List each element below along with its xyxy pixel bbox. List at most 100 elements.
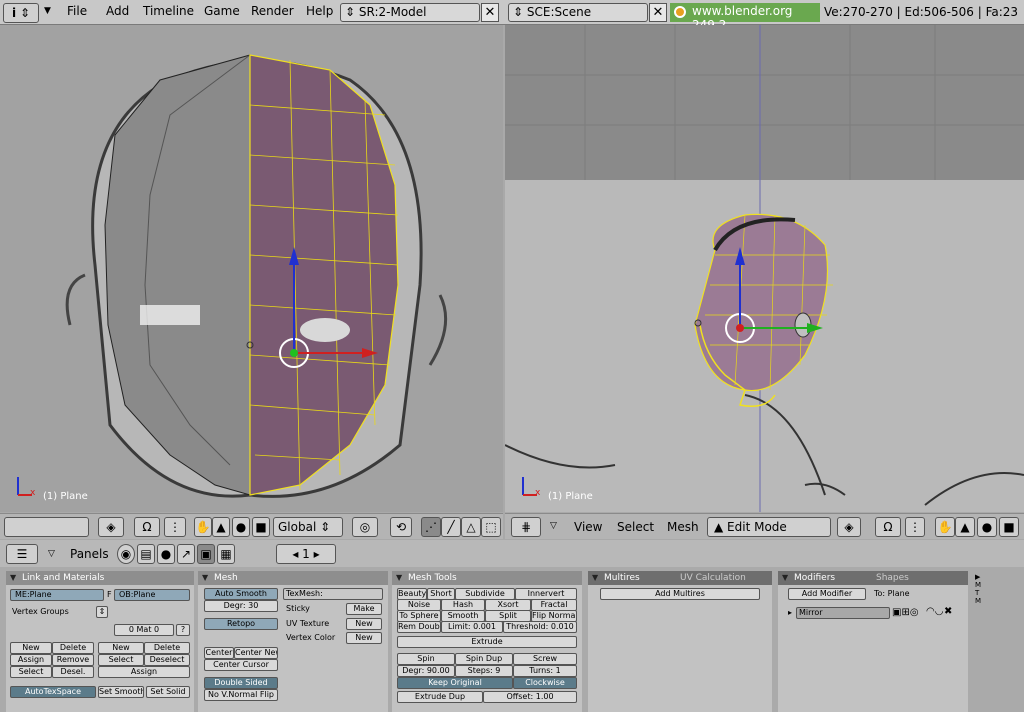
- front-viewport[interactable]: x (1) Plane: [0, 25, 503, 512]
- object-context-icon[interactable]: ↗: [177, 544, 195, 564]
- vertex-select-icon[interactable]: ⋰: [421, 517, 441, 537]
- vgroup-assign-button[interactable]: Assign: [10, 654, 52, 666]
- screen-delete-button[interactable]: ✕: [481, 3, 499, 22]
- vgroup-deselect-button[interactable]: Desel.: [52, 666, 94, 678]
- menu-timeline[interactable]: Timeline: [143, 4, 194, 18]
- material-assign-button[interactable]: Assign: [98, 666, 190, 678]
- scale-manipulator-icon[interactable]: ●: [232, 517, 250, 537]
- sticky-make-button[interactable]: Make: [346, 603, 382, 615]
- vgroup-remove-button[interactable]: Remove: [52, 654, 94, 666]
- menu-view[interactable]: View: [574, 520, 602, 534]
- collapse-menu-icon[interactable]: ▽: [550, 521, 557, 531]
- editing-context-icon[interactable]: ▣: [197, 544, 215, 564]
- scene-selector[interactable]: ⇕ SCE:Scene: [508, 3, 648, 22]
- frame-number-field[interactable]: ◂ 1 ▸: [276, 544, 336, 564]
- center-cursor-button[interactable]: Center Cursor: [204, 659, 278, 671]
- orientation-dropdown[interactable]: Global ⇕: [273, 517, 343, 537]
- modifier-toggles-icon[interactable]: ▣⊞◎: [892, 607, 919, 618]
- menu-game[interactable]: Game: [204, 4, 240, 18]
- set-smooth-button[interactable]: Set Smooth: [98, 686, 144, 698]
- face-select-icon[interactable]: △: [461, 517, 481, 537]
- screen-selector[interactable]: ⇕ SR:2-Model: [340, 3, 480, 22]
- retopo-toggle[interactable]: Retopo: [204, 618, 278, 630]
- collapse-menu-icon[interactable]: ▽: [48, 549, 55, 559]
- material-delete-button[interactable]: Delete: [144, 642, 190, 654]
- scene-delete-button[interactable]: ✕: [649, 3, 667, 22]
- collapse-menu-icon[interactable]: ▼: [44, 6, 51, 16]
- info-icon[interactable]: i ⇕: [3, 3, 39, 23]
- vertex-color-new-button[interactable]: New: [346, 632, 382, 644]
- layer-icon[interactable]: ⟲: [390, 517, 412, 537]
- extrude-dup-button[interactable]: Extrude Dup: [397, 691, 483, 703]
- shapes-tab[interactable]: Shapes: [876, 571, 909, 585]
- center-button[interactable]: Center: [204, 647, 234, 659]
- auto-smooth-toggle[interactable]: Auto Smooth: [204, 588, 278, 600]
- occlude-icon[interactable]: ⬚: [481, 517, 501, 537]
- snap-icon[interactable]: ⋮: [164, 517, 186, 537]
- clockwise-toggle[interactable]: Clockwise: [513, 677, 577, 689]
- menu-select[interactable]: Select: [617, 520, 654, 534]
- material-index-field[interactable]: 0 Mat 0: [114, 624, 174, 636]
- vgroup-select-button[interactable]: Select: [10, 666, 52, 678]
- screw-button[interactable]: Screw: [513, 653, 577, 665]
- window-type-icon[interactable]: ☰: [6, 544, 38, 564]
- modifiers-tab[interactable]: Modifiers: [794, 573, 835, 583]
- rotate-manipulator-icon[interactable]: ▲: [212, 517, 230, 537]
- double-sided-toggle[interactable]: Double Sided: [204, 677, 278, 689]
- menu-add[interactable]: Add: [106, 4, 129, 18]
- add-multires-button[interactable]: Add Multires: [600, 588, 760, 600]
- add-modifier-button[interactable]: Add Modifier: [788, 588, 866, 600]
- texmesh-field[interactable]: TexMesh:: [283, 588, 383, 600]
- draw-type-icon[interactable]: ◈: [98, 517, 124, 537]
- autotexspace-toggle[interactable]: AutoTexSpace: [10, 686, 96, 698]
- vgroup-new-button[interactable]: New: [10, 642, 52, 654]
- vgroup-delete-button[interactable]: Delete: [52, 642, 94, 654]
- viewport-type-dropdown[interactable]: [4, 517, 89, 537]
- spin-dup-button[interactable]: Spin Dup: [455, 653, 513, 665]
- remove-doubles-button[interactable]: Rem Doubl: [397, 621, 441, 633]
- spin-degree-field[interactable]: Degr: 90.00: [397, 665, 455, 677]
- material-new-button[interactable]: New: [98, 642, 144, 654]
- translate-manipulator-icon[interactable]: ■: [999, 517, 1019, 537]
- vertex-group-menu[interactable]: ⇕: [96, 606, 108, 618]
- mode-dropdown[interactable]: ▲ Edit Mode: [707, 517, 831, 537]
- scene-context-icon[interactable]: ▦: [217, 544, 235, 564]
- side-tab-strip[interactable]: ▶ M T M: [975, 573, 985, 623]
- rotate-manipulator-icon[interactable]: ▲: [955, 517, 975, 537]
- threshold-field[interactable]: Threshold: 0.010: [503, 621, 577, 633]
- side-viewport[interactable]: x (1) Plane: [505, 25, 1024, 512]
- scale-manipulator-icon[interactable]: ●: [977, 517, 997, 537]
- draw-type-icon[interactable]: ◈: [837, 517, 861, 537]
- modifier-order-icon[interactable]: ◠◡: [926, 606, 943, 617]
- hand-icon[interactable]: ✋: [194, 517, 212, 537]
- script-context-icon[interactable]: ▤: [137, 544, 155, 564]
- logic-context-icon[interactable]: ◉: [117, 544, 135, 564]
- material-select-button[interactable]: Select: [98, 654, 144, 666]
- set-solid-button[interactable]: Set Solid: [146, 686, 190, 698]
- menu-help[interactable]: Help: [306, 4, 333, 18]
- limit-field[interactable]: Limit: 0.001: [441, 621, 503, 633]
- multires-tab[interactable]: Multires: [604, 573, 640, 583]
- offset-field[interactable]: Offset: 1.00: [483, 691, 577, 703]
- spin-button[interactable]: Spin: [397, 653, 455, 665]
- extrude-button[interactable]: Extrude: [397, 636, 577, 648]
- translate-manipulator-icon[interactable]: ■: [252, 517, 270, 537]
- grid-icon[interactable]: ⋕: [511, 517, 541, 537]
- pivot-icon[interactable]: ◎: [352, 517, 378, 537]
- keep-original-toggle[interactable]: Keep Original: [397, 677, 513, 689]
- snap-icon[interactable]: ⋮: [905, 517, 925, 537]
- side-arrow-icon[interactable]: ▶: [975, 573, 985, 581]
- hand-icon[interactable]: ✋: [935, 517, 955, 537]
- edge-select-icon[interactable]: ╱: [441, 517, 461, 537]
- uv-texture-new-button[interactable]: New: [346, 618, 382, 630]
- object-name-field[interactable]: OB:Plane: [114, 589, 190, 601]
- menu-mesh[interactable]: Mesh: [667, 520, 699, 534]
- auto-smooth-degree-field[interactable]: Degr: 30: [204, 600, 278, 612]
- expand-modifier-icon[interactable]: ▸: [788, 608, 792, 617]
- turns-field[interactable]: Turns: 1: [513, 665, 577, 677]
- steps-field[interactable]: Steps: 9: [455, 665, 513, 677]
- menu-render[interactable]: Render: [251, 4, 294, 18]
- shading-context-icon[interactable]: ●: [157, 544, 175, 564]
- proportional-edit-icon[interactable]: Ω: [875, 517, 901, 537]
- material-deselect-button[interactable]: Deselect: [144, 654, 190, 666]
